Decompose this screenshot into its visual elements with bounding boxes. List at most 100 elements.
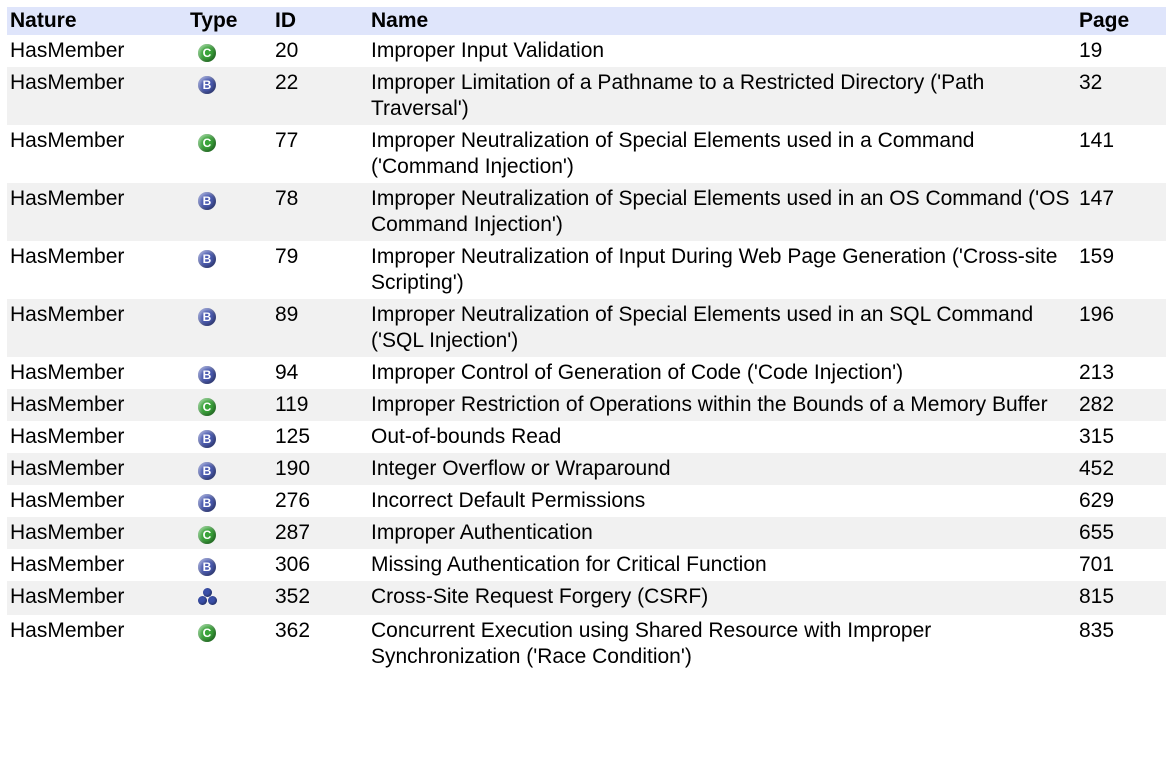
base-weakness-icon: B [198, 558, 216, 576]
class-weakness-icon: C [198, 398, 216, 416]
nature-cell: HasMember [10, 71, 125, 94]
type-cell: B [187, 549, 272, 581]
page-cell: 629 [1079, 489, 1115, 512]
name-cell: Improper Input Validation [371, 39, 605, 62]
table-row: HasMember B 190 Integer Overflow or Wraparo… [7, 453, 1166, 485]
page-cell: 32 [1079, 71, 1103, 94]
id-cell: 276 [275, 489, 311, 512]
base-weakness-icon: B [198, 192, 216, 210]
type-cell: C [187, 125, 272, 183]
nature-cell: HasMember [10, 521, 125, 544]
base-weakness-icon: B [198, 494, 216, 512]
table-row: HasMember B 22 Improper Limitation of a Pat… [7, 67, 1166, 125]
name-cell: Improper Neutralization of Special Eleme… [371, 129, 975, 178]
type-cell: C [187, 517, 272, 549]
base-weakness-icon: B [198, 308, 216, 326]
nature-cell: HasMember [10, 39, 125, 62]
type-cell: B [187, 453, 272, 485]
column-header-page: Page [1079, 9, 1130, 32]
table-row: HasMember B 94 Improper Control of Generati… [7, 357, 1166, 389]
nature-cell: HasMember [10, 489, 125, 512]
nature-cell: HasMember [10, 245, 125, 268]
base-weakness-icon: B [198, 462, 216, 480]
class-weakness-icon: C [198, 526, 216, 544]
name-cell: Improper Authentication [371, 521, 593, 544]
type-cell: C [187, 35, 272, 67]
nature-cell: HasMember [10, 619, 125, 642]
table-row: HasMember C 77 Improper Neutralization of S… [7, 125, 1166, 183]
table-row: HasMember C 362 Concurrent Execution using … [7, 615, 1166, 673]
name-cell: Missing Authentication for Critical Func… [371, 553, 767, 576]
base-weakness-icon: B [198, 366, 216, 384]
page-cell: 282 [1079, 393, 1115, 416]
name-cell: Improper Neutralization of Special Eleme… [371, 303, 1034, 352]
page-cell: 141 [1079, 129, 1115, 152]
table-row: HasMember B 276 Incorrect Default Permissio… [7, 485, 1166, 517]
class-weakness-icon: C [198, 624, 216, 642]
page-cell: 815 [1079, 585, 1115, 608]
composite-weakness-icon [198, 587, 218, 605]
nature-cell: HasMember [10, 129, 125, 152]
page-cell: 159 [1079, 245, 1115, 268]
nature-cell: HasMember [10, 553, 125, 576]
nature-cell: HasMember [10, 393, 125, 416]
table-row: HasMember B 78 Improper Neutralization of S… [7, 183, 1166, 241]
header-row: Nature Type ID Name Page [7, 7, 1166, 35]
page-cell: 452 [1079, 457, 1115, 480]
page-cell: 19 [1079, 39, 1103, 62]
page-cell: 315 [1079, 425, 1115, 448]
type-cell [187, 581, 272, 615]
type-cell: B [187, 67, 272, 125]
name-cell: Integer Overflow or Wraparound [371, 457, 671, 480]
nature-cell: HasMember [10, 585, 125, 608]
page-cell: 835 [1079, 619, 1115, 642]
type-cell: C [187, 615, 272, 673]
page-cell: 655 [1079, 521, 1115, 544]
column-header-nature: Nature [10, 9, 77, 32]
id-cell: 125 [275, 425, 311, 448]
type-cell: B [187, 299, 272, 357]
table-row: HasMember C 20 Improper Input Validation 19 [7, 35, 1166, 67]
name-cell: Improper Control of Generation of Code (… [371, 361, 904, 384]
id-cell: 20 [275, 39, 299, 62]
name-cell: Incorrect Default Permissions [371, 489, 646, 512]
base-weakness-icon: B [198, 76, 216, 94]
composite-dot [208, 596, 217, 605]
class-weakness-icon: C [198, 44, 216, 62]
table-row: HasMember C 119 Improper Restriction of Ope… [7, 389, 1166, 421]
id-cell: 94 [275, 361, 299, 384]
type-cell: C [187, 389, 272, 421]
table-row: HasMember B 89 Improper Neutralization of S… [7, 299, 1166, 357]
table-row: HasMember B 306 Missing Authentication for … [7, 549, 1166, 581]
page-cell: 196 [1079, 303, 1115, 326]
type-cell: B [187, 241, 272, 299]
base-weakness-icon: B [198, 250, 216, 268]
id-cell: 287 [275, 521, 311, 544]
id-cell: 119 [275, 393, 309, 416]
type-cell: B [187, 183, 272, 241]
id-cell: 352 [275, 585, 311, 608]
type-cell: B [187, 421, 272, 453]
name-cell: Improper Neutralization of Input During … [371, 245, 1058, 294]
id-cell: 79 [275, 245, 299, 268]
nature-cell: HasMember [10, 303, 125, 326]
id-cell: 306 [275, 553, 311, 576]
nature-cell: HasMember [10, 425, 125, 448]
nature-cell: HasMember [10, 361, 125, 384]
table-row: HasMember B 79 Improper Neutralization of I… [7, 241, 1166, 299]
composite-dot [198, 596, 207, 605]
id-cell: 77 [275, 129, 299, 152]
name-cell: Cross-Site Request Forgery (CSRF) [371, 585, 709, 608]
name-cell: Out-of-bounds Read [371, 425, 562, 448]
base-weakness-icon: B [198, 430, 216, 448]
column-header-type: Type [190, 9, 238, 32]
id-cell: 89 [275, 303, 299, 326]
table-body: HasMember C 20 Improper Input Validation 19 H… [7, 35, 1166, 673]
type-cell: B [187, 357, 272, 389]
column-header-id: ID [275, 9, 296, 32]
id-cell: 190 [275, 457, 311, 480]
id-cell: 22 [275, 71, 299, 94]
page-cell: 147 [1079, 187, 1115, 210]
page-cell: 213 [1079, 361, 1115, 384]
table-row: HasMember B 125 Out-of-bounds Read 315 [7, 421, 1166, 453]
